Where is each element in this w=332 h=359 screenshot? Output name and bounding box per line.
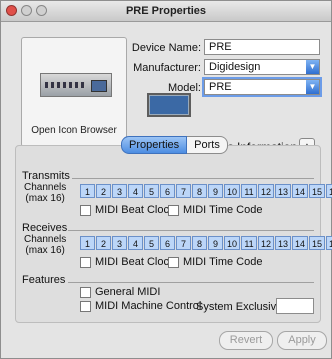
channels-label-line2: (max 16) (25, 193, 65, 204)
transmit-channel-button[interactable]: 3 (112, 184, 127, 198)
receives-channels-label: Channels (max 16) (24, 234, 66, 256)
receive-channel-button[interactable]: 9 (208, 236, 223, 250)
transmit-channel-button[interactable]: 2 (96, 184, 111, 198)
model-value: PRE (209, 81, 232, 93)
transmit-channel-button[interactable]: 4 (128, 184, 143, 198)
color-swatch[interactable] (147, 93, 191, 117)
properties-panel: Transmits Channels (max 16) 1 2 3 4 5 6 … (15, 145, 332, 323)
checkbox-box (168, 256, 179, 268)
transmit-beat-clock-checkbox[interactable]: MIDI Beat Clock (80, 204, 174, 216)
receive-channel-button[interactable]: 14 (292, 236, 308, 250)
chevron-down-icon: ▼ (306, 60, 319, 74)
checkbox-label: MIDI Beat Clock (95, 256, 175, 268)
window-title: PRE Properties (125, 5, 207, 17)
rack-device-icon (40, 73, 112, 97)
tab-properties[interactable]: Properties (121, 136, 188, 154)
receive-channel-button[interactable]: 7 (176, 236, 191, 250)
properties-window: PRE Properties Open Icon Browser Device … (0, 0, 332, 359)
tab-ports[interactable]: Ports (187, 136, 228, 154)
model-select[interactable]: PRE ▼ (202, 77, 322, 97)
transmit-channel-button[interactable]: 10 (224, 184, 240, 198)
transmits-channel-row: 1 2 3 4 5 6 7 8 9 10 11 12 13 14 15 16 (80, 184, 332, 198)
checkbox-label: MIDI Machine Control (95, 300, 202, 312)
revert-button[interactable]: Revert (219, 331, 273, 350)
receive-channel-button[interactable]: 12 (258, 236, 274, 250)
receive-channel-button[interactable]: 13 (275, 236, 291, 250)
transmits-divider (72, 178, 314, 179)
checkbox-box (80, 286, 91, 298)
icon-browser-button[interactable]: Open Icon Browser (21, 37, 127, 147)
transmit-channel-button[interactable]: 9 (208, 184, 223, 198)
display-graphic (91, 80, 107, 92)
transmit-channel-button[interactable]: 1 (80, 184, 95, 198)
receive-channel-button[interactable]: 16 (326, 236, 332, 250)
receives-channel-row: 1 2 3 4 5 6 7 8 9 10 11 12 13 14 15 16 (80, 236, 332, 250)
receive-channel-button[interactable]: 5 (144, 236, 159, 250)
transmit-channel-button[interactable]: 12 (258, 184, 274, 198)
transmit-channel-button[interactable]: 8 (192, 184, 207, 198)
receive-channel-button[interactable]: 1 (80, 236, 95, 250)
transmits-title: Transmits (22, 170, 70, 182)
channels-label-line2: (max 16) (25, 245, 65, 256)
channels-label-line1: Channels (24, 234, 67, 245)
transmits-channels-label: Channels (max 16) (24, 182, 66, 204)
apply-button[interactable]: Apply (277, 331, 327, 350)
receives-title: Receives (22, 222, 68, 234)
receive-channel-button[interactable]: 2 (96, 236, 111, 250)
transmit-channel-button[interactable]: 5 (144, 184, 159, 198)
checkbox-label: General MIDI (95, 286, 161, 298)
checkbox-label: MIDI Time Code (183, 256, 263, 268)
transmit-channel-button[interactable]: 7 (176, 184, 191, 198)
title-bar: PRE Properties (1, 1, 331, 22)
transmit-time-code-checkbox[interactable]: MIDI Time Code (168, 204, 262, 216)
sysex-id-field[interactable] (276, 298, 314, 314)
receive-channel-button[interactable]: 3 (112, 236, 127, 250)
tab-bar: Properties Ports (121, 136, 228, 154)
receive-channel-button[interactable]: 15 (309, 236, 325, 250)
manufacturer-label: Manufacturer: (133, 62, 201, 74)
manufacturer-select[interactable]: Digidesign ▼ (204, 59, 320, 75)
checkbox-box (80, 204, 91, 216)
checkbox-box (80, 300, 91, 312)
receive-channel-button[interactable]: 6 (160, 236, 175, 250)
receive-channel-button[interactable]: 10 (224, 236, 240, 250)
device-name-field[interactable]: PRE (204, 39, 320, 55)
transmit-channel-button[interactable]: 16 (326, 184, 332, 198)
channels-label-line1: Channels (24, 182, 67, 193)
receives-divider (68, 230, 314, 231)
chevron-down-icon: ▼ (306, 80, 319, 94)
transmit-channel-button[interactable]: 11 (241, 184, 257, 198)
manufacturer-value: Digidesign (209, 61, 261, 73)
receive-channel-button[interactable]: 11 (241, 236, 257, 250)
checkbox-box (168, 204, 179, 216)
transmit-channel-button[interactable]: 13 (275, 184, 291, 198)
features-divider (68, 282, 314, 283)
features-title: Features (22, 274, 66, 286)
device-name-label: Device Name: (131, 42, 201, 54)
checkbox-label: MIDI Beat Clock (95, 204, 175, 216)
receive-channel-button[interactable]: 8 (192, 236, 207, 250)
icon-browser-caption: Open Icon Browser (31, 125, 117, 136)
checkbox-box (80, 256, 91, 268)
receive-beat-clock-checkbox[interactable]: MIDI Beat Clock (80, 256, 174, 268)
checkbox-label: MIDI Time Code (183, 204, 263, 216)
transmit-channel-button[interactable]: 14 (292, 184, 308, 198)
receive-channel-button[interactable]: 4 (128, 236, 143, 250)
receive-time-code-checkbox[interactable]: MIDI Time Code (168, 256, 262, 268)
knobs-graphic (45, 82, 85, 88)
general-midi-checkbox[interactable]: General MIDI (80, 286, 160, 298)
transmit-channel-button[interactable]: 15 (309, 184, 325, 198)
transmit-channel-button[interactable]: 6 (160, 184, 175, 198)
device-info-panel: Open Icon Browser Device Name: PRE Manuf… (7, 25, 325, 154)
midi-machine-control-checkbox[interactable]: MIDI Machine Control (80, 300, 201, 312)
